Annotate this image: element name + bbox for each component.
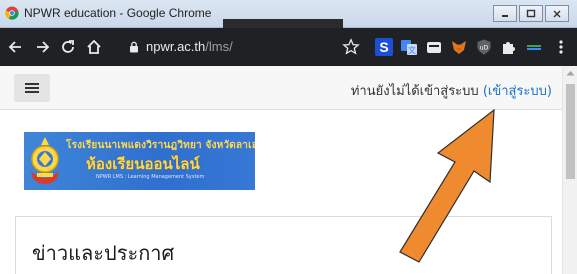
site-navbar: ท่านยังไม่ได้เข้าสู่ระบบ (เข้าสู่ระบบ) xyxy=(0,66,562,110)
home-icon[interactable] xyxy=(84,37,104,57)
login-status: ท่านยังไม่ได้เข้าสู่ระบบ (เข้าสู่ระบบ) xyxy=(351,80,552,101)
reload-icon[interactable] xyxy=(58,37,78,57)
puzzle-extension-icon[interactable] xyxy=(500,38,518,56)
title-strip xyxy=(223,19,343,28)
login-link[interactable]: (เข้าสู่ระบบ) xyxy=(483,84,552,99)
scrollbar-thumb[interactable] xyxy=(566,84,575,179)
translate-extension-icon[interactable]: 文 xyxy=(400,38,418,56)
lock-icon[interactable] xyxy=(129,41,139,53)
tab-extension-icon[interactable] xyxy=(525,38,543,56)
shield-extension-icon[interactable]: uD xyxy=(475,38,493,56)
maximize-button[interactable] xyxy=(519,5,543,22)
chrome-app-icon xyxy=(5,6,19,20)
svg-text:文: 文 xyxy=(408,45,416,55)
bookmark-star-icon[interactable] xyxy=(342,38,360,56)
news-heading: ข่าวและประกาศ xyxy=(32,241,175,265)
close-icon xyxy=(553,10,561,17)
page-content: ท่านยังไม่ได้เข้าสู่ระบบ (เข้าสู่ระบบ) โ… xyxy=(0,66,577,274)
window-titlebar: NPWR education - Google Chrome xyxy=(0,0,577,28)
logo-text-line-3: NPWR LMS : Learning Management System xyxy=(96,174,205,180)
school-seal-icon xyxy=(31,137,59,184)
hamburger-menu-button[interactable] xyxy=(14,74,50,102)
logo-text-line-2: ห้องเรียนออนไลน์ xyxy=(86,155,200,173)
chrome-menu-icon[interactable] xyxy=(552,38,570,56)
minimize-icon xyxy=(502,14,508,17)
scroll-up-icon[interactable] xyxy=(566,70,575,76)
minimize-button[interactable] xyxy=(493,5,517,22)
back-icon[interactable] xyxy=(6,37,26,57)
news-card: ข่าวและประกาศ xyxy=(15,216,552,274)
login-status-text: ท่านยังไม่ได้เข้าสู่ระบบ xyxy=(350,84,479,99)
svg-text:S: S xyxy=(379,39,388,55)
logo-text-line-1: โรงเรียนนาเพแดงวิรานฎวิทยา จังหวัดลาเลเย… xyxy=(66,140,255,151)
forward-icon[interactable] xyxy=(32,37,52,57)
maximize-icon xyxy=(526,9,536,17)
metamask-extension-icon[interactable] xyxy=(450,38,468,56)
school-logo-banner[interactable]: โรงเรียนนาเพแดงวิรานฎวิทยา จังหวัดลาเลเย… xyxy=(24,132,255,190)
url-text: npwr.ac.th/lms/ xyxy=(146,39,233,54)
url-host: npwr.ac.th xyxy=(146,39,206,54)
window-title: NPWR education - Google Chrome xyxy=(24,6,212,20)
close-button[interactable] xyxy=(545,5,569,22)
hamburger-icon xyxy=(25,83,39,93)
vertical-scrollbar[interactable] xyxy=(562,66,577,274)
S-extension-icon[interactable]: S xyxy=(375,38,393,56)
vault-extension-icon[interactable] xyxy=(425,38,443,56)
browser-toolbar: npwr.ac.th/lms/ S 文 uD xyxy=(0,28,577,66)
svg-text:uD: uD xyxy=(480,45,489,52)
url-path: /lms/ xyxy=(205,39,233,54)
